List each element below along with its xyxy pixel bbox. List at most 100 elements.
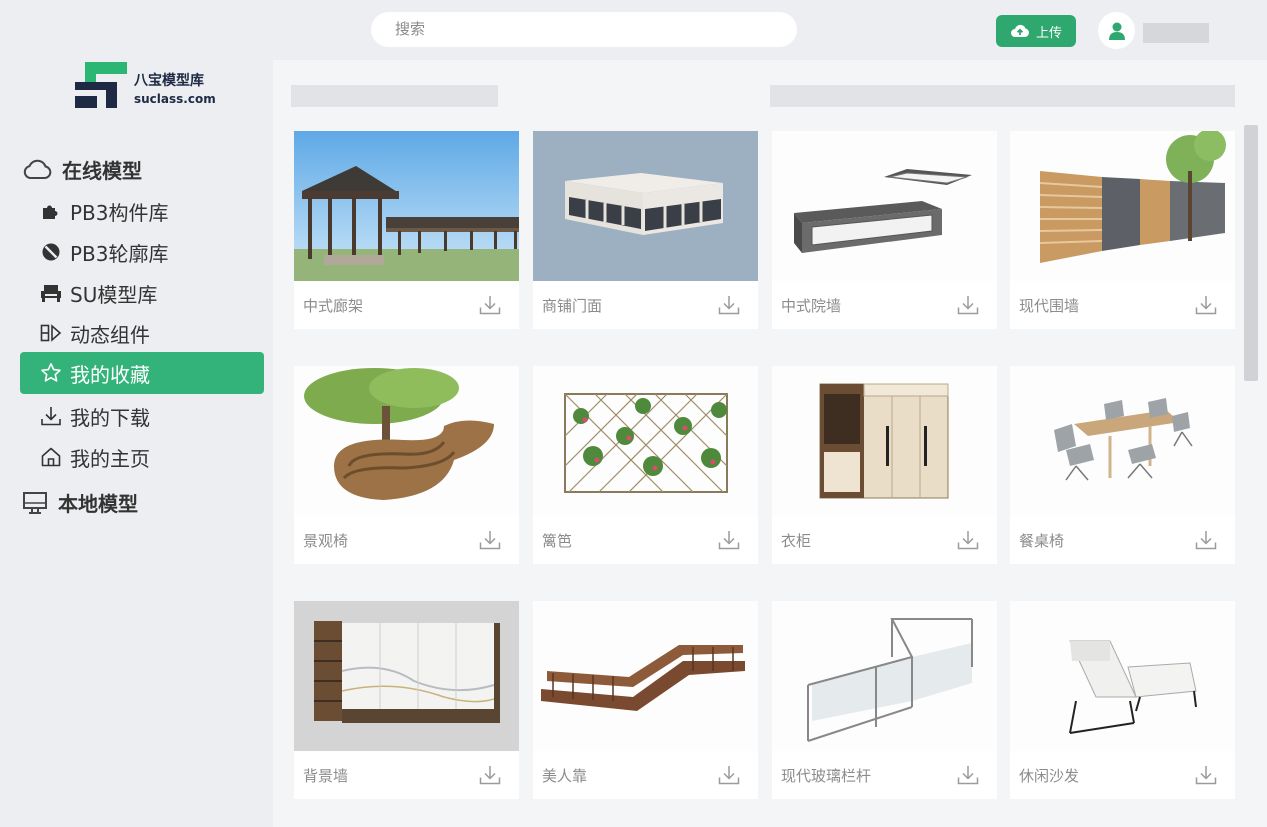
model-thumbnail[interactable] <box>294 601 519 751</box>
model-card[interactable]: 中式院墙 <box>772 131 997 329</box>
model-title: 商铺门面 <box>542 296 603 315</box>
model-title: 衣柜 <box>781 531 812 550</box>
filter-placeholder <box>770 85 1235 107</box>
download-button[interactable] <box>477 292 503 318</box>
model-card[interactable]: 衣柜 <box>772 366 997 564</box>
download-button[interactable] <box>716 762 742 788</box>
upload-label: 上传 <box>1035 25 1062 41</box>
model-title: 餐桌椅 <box>1019 531 1065 550</box>
model-card[interactable]: 现代玻璃栏杆 <box>772 601 997 799</box>
section-online-models[interactable]: 在线模型 <box>22 155 142 184</box>
section-local-models[interactable]: 本地模型 <box>22 488 138 517</box>
model-card[interactable]: 商铺门面 <box>533 131 758 329</box>
model-card[interactable]: 背景墙 <box>294 601 519 799</box>
sofa-icon <box>40 282 62 304</box>
download-button[interactable] <box>1193 292 1219 318</box>
download-icon <box>957 296 979 315</box>
model-thumbnail[interactable] <box>1010 601 1235 751</box>
cloud-upload-icon <box>1010 24 1029 37</box>
download-icon <box>1195 296 1217 315</box>
model-card[interactable]: 美人靠 <box>533 601 758 799</box>
sidebar-item-label: PB3轮廓库 <box>70 241 169 266</box>
download-button[interactable] <box>955 762 981 788</box>
download-icon <box>718 766 740 785</box>
avatar[interactable] <box>1098 12 1135 49</box>
sidebar-item-pb3-profiles[interactable]: PB3轮廓库 <box>20 231 264 273</box>
ban-circle-icon <box>40 241 62 263</box>
filter-placeholder <box>291 85 498 107</box>
download-button[interactable] <box>716 527 742 553</box>
user-icon <box>1108 22 1125 40</box>
model-card[interactable]: 休闲沙发 <box>1010 601 1235 799</box>
model-thumbnail[interactable] <box>772 601 997 751</box>
download-button[interactable] <box>477 762 503 788</box>
model-title: 背景墙 <box>303 766 349 785</box>
model-title: 现代围墙 <box>1019 296 1080 315</box>
download-button[interactable] <box>1193 762 1219 788</box>
download-icon <box>957 766 979 785</box>
download-icon <box>1195 766 1217 785</box>
download-button[interactable] <box>955 292 981 318</box>
model-thumbnail[interactable] <box>533 601 758 751</box>
download-icon <box>40 405 62 427</box>
download-icon <box>1195 531 1217 550</box>
brand-name: 八宝模型库 <box>134 73 204 89</box>
model-thumbnail[interactable] <box>533 366 758 516</box>
model-card[interactable]: 中式廊架 <box>294 131 519 329</box>
section-online-label: 在线模型 <box>62 159 142 183</box>
model-card[interactable]: 景观椅 <box>294 366 519 564</box>
sidebar-item-su-models[interactable]: SU模型库 <box>20 272 264 314</box>
monitor-icon <box>23 491 47 514</box>
sidebar-item-my-favorites[interactable]: 我的收藏 <box>20 352 264 394</box>
model-title: 中式院墙 <box>781 296 842 315</box>
download-icon <box>718 531 740 550</box>
sidebar-item-label: 我的主页 <box>70 446 150 471</box>
sidebar-item-label: 动态组件 <box>70 322 150 347</box>
model-thumbnail[interactable] <box>772 366 997 516</box>
content-area: 中式廊架 商铺门面 中式院墙 现代围墙 景观椅 篱笆 衣柜 餐桌椅 背景墙 美人… <box>273 60 1267 827</box>
star-icon <box>40 362 62 384</box>
model-title: 休闲沙发 <box>1019 766 1080 785</box>
logo-mark-icon <box>75 62 127 108</box>
download-button[interactable] <box>955 527 981 553</box>
sidebar-item-my-homepage[interactable]: 我的主页 <box>20 436 264 478</box>
model-thumbnail[interactable] <box>772 131 997 281</box>
search-input[interactable] <box>371 12 797 47</box>
download-button[interactable] <box>477 527 503 553</box>
download-button[interactable] <box>716 292 742 318</box>
model-title: 美人靠 <box>542 766 588 785</box>
download-icon <box>718 296 740 315</box>
model-card[interactable]: 篱笆 <box>533 366 758 564</box>
model-card[interactable]: 现代围墙 <box>1010 131 1235 329</box>
home-icon <box>40 446 62 468</box>
download-icon <box>479 531 501 550</box>
sidebar-item-label: 我的收藏 <box>70 362 150 387</box>
scrollbar[interactable] <box>1244 125 1258 381</box>
model-thumbnail[interactable] <box>533 131 758 281</box>
model-thumbnail[interactable] <box>1010 366 1235 516</box>
sidebar-item-pb3-components[interactable]: PB3构件库 <box>20 190 264 232</box>
sidebar-item-dynamic-components[interactable]: 动态组件 <box>20 312 264 354</box>
model-title: 中式廊架 <box>303 296 364 315</box>
section-local-label: 本地模型 <box>58 492 138 516</box>
download-button[interactable] <box>1193 527 1219 553</box>
model-title: 景观椅 <box>303 531 349 550</box>
sidebar-item-label: SU模型库 <box>70 282 158 307</box>
model-thumbnail[interactable] <box>294 366 519 516</box>
model-title: 篱笆 <box>542 531 573 550</box>
sidebar-item-my-downloads[interactable]: 我的下载 <box>20 395 264 437</box>
puzzle-icon <box>40 200 62 222</box>
model-card[interactable]: 餐桌椅 <box>1010 366 1235 564</box>
brand-domain: suclass.com <box>134 92 216 106</box>
upload-button[interactable]: 上传 <box>996 15 1076 47</box>
username-placeholder <box>1143 23 1209 43</box>
cloud-icon <box>23 159 52 179</box>
model-title: 现代玻璃栏杆 <box>781 766 872 785</box>
download-icon <box>479 296 501 315</box>
brand-logo[interactable]: 八宝模型库 suclass.com <box>75 62 235 110</box>
model-thumbnail[interactable] <box>294 131 519 281</box>
sidebar-item-label: 我的下载 <box>70 405 150 430</box>
model-thumbnail[interactable] <box>1010 131 1235 281</box>
sidebar-item-label: PB3构件库 <box>70 200 169 225</box>
dynamic-component-icon <box>40 322 62 344</box>
